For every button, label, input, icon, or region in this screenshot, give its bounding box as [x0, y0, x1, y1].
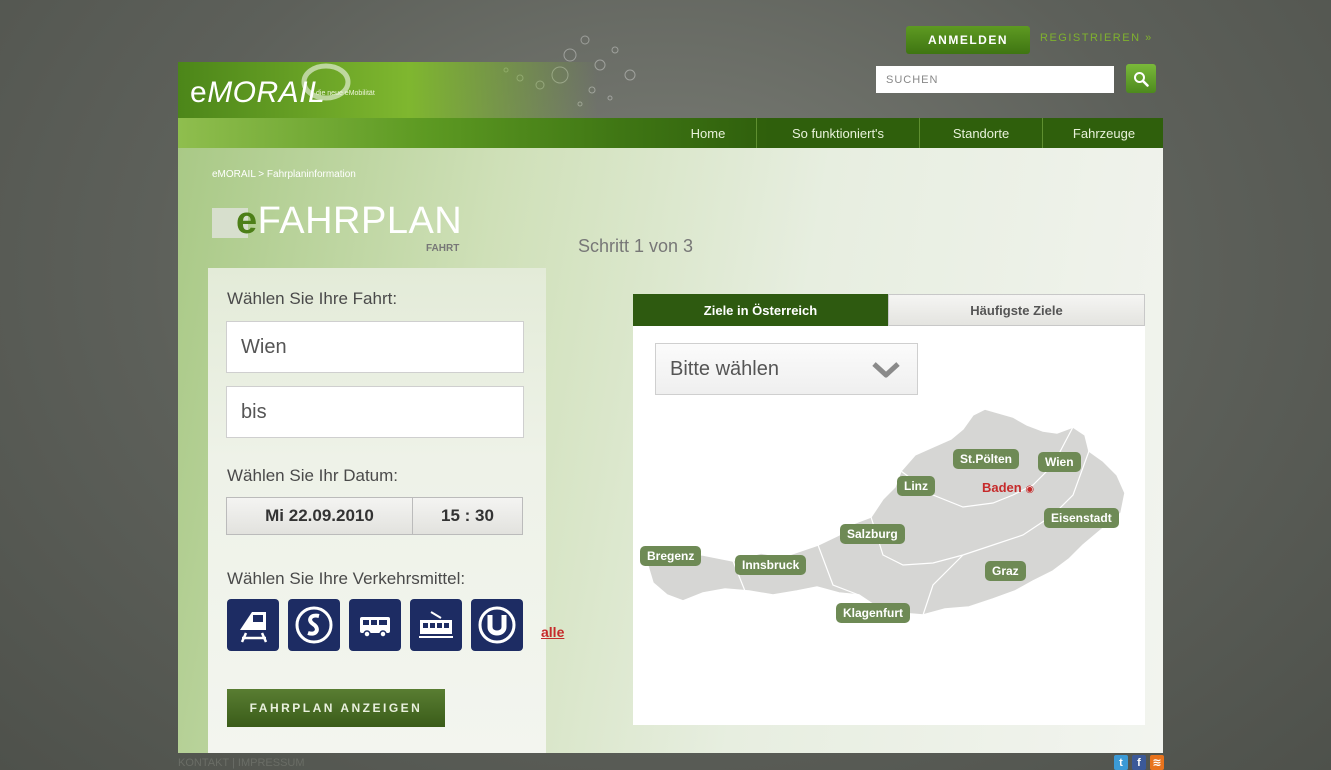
select-all-link[interactable]: alle [541, 624, 564, 640]
city-klagenfurt[interactable]: Klagenfurt [836, 603, 910, 623]
page-title: eFAHRPLAN [236, 200, 462, 243]
date-label: Wählen Sie Ihr Datum: [227, 466, 399, 485]
logo-prefix: e [190, 76, 208, 109]
nav-item-locations[interactable]: Standorte [919, 118, 1042, 148]
nav-item-vehicles[interactable]: Fahrzeuge [1042, 118, 1165, 148]
destination-tabs: Ziele in Österreich Häufigste Ziele [633, 294, 1145, 326]
date-field[interactable]: Mi 22.09.2010 [227, 498, 413, 534]
bus-icon[interactable] [349, 599, 401, 651]
page-subtitle: FAHRT [426, 243, 460, 254]
train-icon[interactable] [227, 599, 279, 651]
twitter-icon[interactable]: t [1114, 755, 1128, 770]
city-baden[interactable]: Baden ◉ [982, 480, 1034, 495]
trip-label: Wählen Sie Ihre Fahrt: [227, 289, 398, 308]
from-input[interactable]: Wien [226, 321, 524, 373]
city-wien[interactable]: Wien [1038, 452, 1081, 472]
transport-label: Wählen Sie Ihre Verkehrsmittel: [227, 569, 466, 588]
footer-links[interactable]: KONTAKT | IMPRESSUM [178, 757, 305, 769]
nav-item-home[interactable]: Home [660, 118, 756, 148]
city-eisenstadt[interactable]: Eisenstadt [1044, 508, 1119, 528]
main-nav: Home So funktioniert's Standorte Fahrzeu… [660, 118, 1165, 148]
city-bregenz[interactable]: Bregenz [640, 546, 702, 566]
city-baden-label: Baden [982, 480, 1022, 495]
login-button[interactable]: ANMELDEN [906, 26, 1030, 54]
logo[interactable]: eMORAIL [190, 76, 325, 110]
register-link[interactable]: REGISTRIEREN » [1040, 32, 1153, 44]
facebook-icon[interactable]: f [1132, 755, 1146, 770]
transport-options [227, 599, 523, 651]
breadcrumb: eMORAIL > Fahrplaninformation [212, 169, 356, 180]
title-main: FAHRPLAN [257, 200, 463, 242]
city-graz[interactable]: Graz [985, 561, 1026, 581]
tab-frequent-destinations[interactable]: Häufigste Ziele [888, 294, 1145, 326]
date-time-picker: Mi 22.09.2010 15 : 30 [226, 497, 523, 535]
u-bahn-icon[interactable] [471, 599, 523, 651]
logo-main: MORAIL [207, 76, 326, 109]
title-prefix: e [236, 200, 258, 242]
step-indicator: Schritt 1 von 3 [578, 236, 694, 256]
city-innsbruck[interactable]: Innsbruck [735, 555, 807, 575]
city-linz[interactable]: Linz [897, 476, 935, 496]
search-icon [1134, 71, 1149, 87]
city-salzburg[interactable]: Salzburg [840, 524, 905, 544]
search-input[interactable] [876, 66, 1114, 93]
to-input[interactable]: bis [226, 386, 524, 438]
location-dot-icon: ◉ [1025, 484, 1035, 495]
region-select[interactable]: Bitte wählen [655, 343, 918, 395]
search-button[interactable] [1126, 64, 1156, 93]
tab-austria-destinations[interactable]: Ziele in Österreich [633, 294, 888, 326]
nav-item-how-it-works[interactable]: So funktioniert's [756, 118, 919, 148]
show-timetable-button[interactable]: FAHRPLAN ANZEIGEN [227, 689, 445, 727]
region-select-value: Bitte wählen [670, 357, 779, 380]
rss-icon[interactable]: ≋ [1150, 755, 1164, 770]
time-field[interactable]: 15 : 30 [413, 498, 522, 534]
logo-tagline: die neue eMobilität [316, 90, 375, 97]
city-st-poelten[interactable]: St.Pölten [953, 449, 1020, 469]
s-bahn-icon[interactable] [288, 599, 340, 651]
chevron-down-icon [872, 362, 900, 378]
tram-icon[interactable] [410, 599, 462, 651]
